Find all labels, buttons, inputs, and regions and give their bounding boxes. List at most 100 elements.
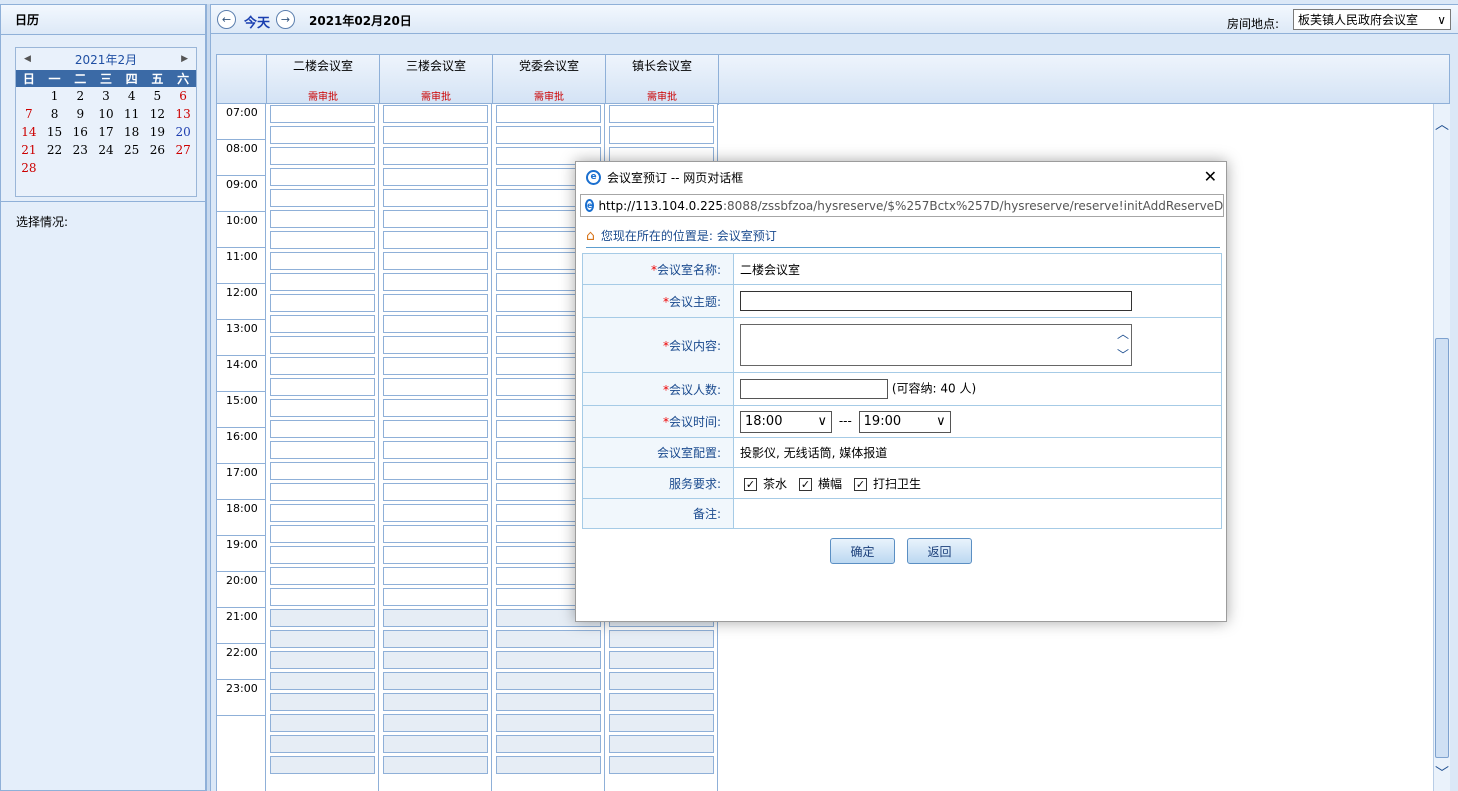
room-location-select[interactable]: 板芙镇人民政府会议室 ∨	[1293, 9, 1451, 30]
time-slot[interactable]	[270, 735, 375, 753]
time-slot[interactable]	[383, 756, 488, 774]
time-slot[interactable]	[383, 126, 488, 144]
today-button[interactable]: 今天	[244, 12, 270, 31]
time-slot[interactable]	[496, 672, 601, 690]
content-textarea[interactable]: ︿ ﹀	[740, 324, 1132, 366]
time-slot[interactable]	[609, 651, 714, 669]
time-slot[interactable]	[383, 546, 488, 564]
time-slot[interactable]	[270, 609, 375, 627]
start-time-select[interactable]: 18:00 ∨	[740, 410, 832, 433]
calendar-day[interactable]: 16	[67, 123, 93, 141]
time-slot[interactable]	[496, 651, 601, 669]
service-checkbox[interactable]: ✓	[799, 477, 813, 491]
time-slot[interactable]	[270, 672, 375, 690]
time-slot[interactable]	[496, 693, 601, 711]
calendar-day[interactable]: 5	[145, 87, 171, 105]
remark-field[interactable]	[733, 498, 1222, 529]
calendar-day[interactable]: 17	[93, 123, 119, 141]
time-slot[interactable]	[270, 231, 375, 249]
time-slot[interactable]	[270, 168, 375, 186]
calendar-day[interactable]: 13	[170, 105, 196, 123]
time-slot[interactable]	[270, 336, 375, 354]
calendar-day[interactable]: 22	[42, 141, 68, 159]
time-slot[interactable]	[270, 315, 375, 333]
time-slot[interactable]	[270, 105, 375, 123]
calendar-day[interactable]: 11	[119, 105, 145, 123]
calendar-day[interactable]: 23	[67, 141, 93, 159]
time-slot[interactable]	[383, 588, 488, 606]
time-slot[interactable]	[383, 189, 488, 207]
calendar-day[interactable]: 14	[16, 123, 42, 141]
time-slot[interactable]	[609, 630, 714, 648]
time-slot[interactable]	[270, 294, 375, 312]
time-slot[interactable]	[383, 441, 488, 459]
calendar-day[interactable]: 9	[67, 105, 93, 123]
time-slot[interactable]	[383, 735, 488, 753]
calendar-day[interactable]: 28	[16, 159, 42, 177]
time-slot[interactable]	[383, 525, 488, 543]
time-slot[interactable]	[383, 147, 488, 165]
calendar-day[interactable]: 19	[145, 123, 171, 141]
time-slot[interactable]	[383, 357, 488, 375]
calendar-day[interactable]: 27	[170, 141, 196, 159]
time-slot[interactable]	[383, 483, 488, 501]
time-slot[interactable]	[383, 294, 488, 312]
calendar-day[interactable]: 15	[42, 123, 68, 141]
time-slot[interactable]	[270, 252, 375, 270]
time-slot[interactable]	[496, 105, 601, 123]
next-month-icon[interactable]: ▶	[181, 54, 188, 64]
time-slot[interactable]	[609, 735, 714, 753]
time-slot[interactable]	[270, 588, 375, 606]
time-slot[interactable]	[609, 693, 714, 711]
time-slot[interactable]	[270, 357, 375, 375]
time-slot[interactable]	[270, 210, 375, 228]
time-slot[interactable]	[270, 189, 375, 207]
time-slot[interactable]	[270, 693, 375, 711]
time-slot[interactable]	[609, 756, 714, 774]
time-slot[interactable]	[270, 441, 375, 459]
time-slot[interactable]	[270, 420, 375, 438]
chevron-down-icon[interactable]: ﹀	[1117, 346, 1129, 365]
time-slot[interactable]	[496, 735, 601, 753]
scroll-thumb[interactable]	[1435, 338, 1449, 758]
time-slot[interactable]	[383, 399, 488, 417]
calendar-day[interactable]: 2	[67, 87, 93, 105]
next-day-button[interactable]: →	[276, 10, 295, 29]
time-slot[interactable]	[609, 126, 714, 144]
time-slot[interactable]	[383, 315, 488, 333]
time-slot[interactable]	[270, 651, 375, 669]
time-slot[interactable]	[383, 420, 488, 438]
time-slot[interactable]	[609, 672, 714, 690]
subject-input[interactable]	[740, 291, 1132, 311]
end-time-select[interactable]: 19:00 ∨	[858, 410, 951, 433]
time-slot[interactable]	[270, 462, 375, 480]
time-slot[interactable]	[383, 210, 488, 228]
calendar-day[interactable]: 24	[93, 141, 119, 159]
time-slot[interactable]	[270, 567, 375, 585]
scroll-up-icon[interactable]: ︿	[1434, 114, 1450, 134]
time-slot[interactable]	[270, 546, 375, 564]
time-slot[interactable]	[270, 630, 375, 648]
time-slot[interactable]	[270, 714, 375, 732]
time-slot[interactable]	[383, 231, 488, 249]
calendar-day[interactable]: 4	[119, 87, 145, 105]
time-slot[interactable]	[383, 273, 488, 291]
attendees-input[interactable]	[740, 379, 888, 399]
service-checkbox[interactable]: ✓	[854, 477, 868, 491]
calendar-day[interactable]: 3	[93, 87, 119, 105]
time-slot[interactable]	[496, 630, 601, 648]
calendar-day[interactable]: 18	[119, 123, 145, 141]
time-slot[interactable]	[383, 168, 488, 186]
calendar-day[interactable]: 26	[145, 141, 171, 159]
time-slot[interactable]	[383, 630, 488, 648]
time-slot[interactable]	[270, 504, 375, 522]
calendar-day[interactable]: 6	[170, 87, 196, 105]
time-slot[interactable]	[496, 126, 601, 144]
time-slot[interactable]	[383, 462, 488, 480]
vertical-scrollbar[interactable]: ︿ ﹀	[1433, 104, 1450, 791]
time-slot[interactable]	[383, 567, 488, 585]
time-slot[interactable]	[383, 651, 488, 669]
prev-month-icon[interactable]: ◀	[24, 54, 31, 64]
calendar-day[interactable]: 1	[42, 87, 68, 105]
scroll-down-icon[interactable]: ﹀	[1434, 763, 1450, 783]
